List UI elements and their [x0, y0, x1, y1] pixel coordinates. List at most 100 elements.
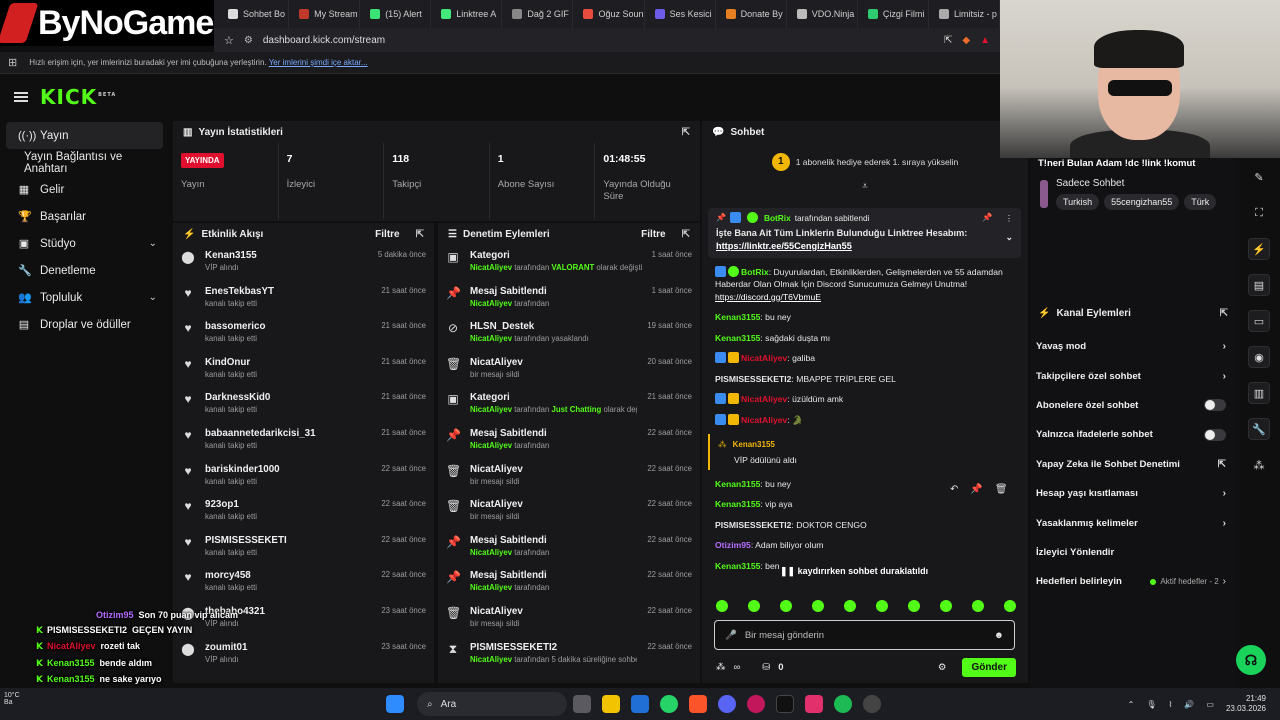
- pin-message-icon[interactable]: 📌: [970, 484, 982, 502]
- scroll-down-icon[interactable]: ⩡: [702, 181, 1028, 192]
- more-options-icon[interactable]: ⋮: [1005, 213, 1013, 223]
- audit-row[interactable]: 📌 Mesaj Sabitlendi NicatAliyev tarafından 2…: [438, 565, 700, 601]
- channel-action[interactable]: Yasaklanmış kelimeler ›: [1030, 508, 1236, 537]
- instagram-icon[interactable]: [804, 695, 823, 713]
- emote-icon[interactable]: [972, 600, 984, 612]
- audit-row[interactable]: 🗑 NicatAliyev bir mesajı sildi 22 saat önce: [438, 601, 700, 637]
- chat-message[interactable]: BotRix: Duyurulardan, Etkinliklerden, Ge…: [708, 264, 1021, 305]
- chat-username[interactable]: Kenan3155: [715, 499, 760, 509]
- category-name[interactable]: Sadece Sohbet: [1056, 178, 1226, 189]
- chat-message[interactable]: PISMISESSEKETI2: MBAPPE TRİPLERE GEL: [708, 371, 1021, 387]
- sidebar-item[interactable]: 🏆 Başarılar: [6, 203, 163, 230]
- feed-row[interactable]: ♥ 923op1 kanalı takip etti 22 saat önce: [173, 494, 434, 530]
- feed-row[interactable]: ⬤ Kenan3155 VİP alındı 5 dakika önce: [173, 245, 434, 281]
- browser-tab[interactable]: (15) Alert: [360, 0, 432, 28]
- emote-icon[interactable]: [812, 600, 824, 612]
- tray-chevron-icon[interactable]: ⌃: [1128, 700, 1135, 709]
- audit-action[interactable]: NicatAliyev: [470, 499, 637, 510]
- audit-action[interactable]: NicatAliyev: [470, 357, 637, 368]
- feed-row[interactable]: ♥ EnesTekbasYT kanalı takip etti 21 saat ön…: [173, 281, 434, 317]
- file-explorer-icon[interactable]: [601, 695, 620, 713]
- browser-tab[interactable]: Sohbet Bo: [218, 0, 290, 28]
- delete-icon[interactable]: 🗑: [995, 484, 1008, 502]
- moderator-name[interactable]: NicatAliyev: [470, 299, 512, 308]
- audit-row[interactable]: 🗑 NicatAliyev bir mesajı sildi 22 saat önce: [438, 494, 700, 530]
- chat-message[interactable]: Kenan3155: sağdaki duşta mı: [708, 330, 1021, 346]
- chat-paused-notice[interactable]: ❚❚ kaydırırken sohbet duraklatıldı: [780, 566, 960, 584]
- feed-row[interactable]: ♥ babaannetedarikcisi_31 kanalı takip etti…: [173, 423, 434, 459]
- channel-action[interactable]: Hedefleri belirleyin Aktif hedefler - 2 ›: [1030, 567, 1236, 596]
- microphone-icon[interactable]: 🎤: [725, 630, 737, 641]
- toggle-switch[interactable]: [1204, 399, 1226, 412]
- chat-username[interactable]: NicatAliyev: [741, 415, 787, 425]
- address-bar[interactable]: ☆ ⚙ dashboard.kick.com/stream ⇱ ◆ ▲: [214, 28, 1000, 52]
- sidebar-item[interactable]: 👥 Topluluk ⌄: [6, 284, 163, 311]
- feed-user[interactable]: bariskinder1000: [205, 464, 371, 475]
- browser-tab[interactable]: Linktree A: [431, 0, 503, 28]
- browser-tab[interactable]: Ses Kesici: [645, 0, 716, 28]
- feed-row[interactable]: ♥ KindOnur kanalı takip etti 21 saat önce: [173, 352, 434, 388]
- weather-widget[interactable]: 10°C Ba: [0, 690, 36, 718]
- task-view-icon[interactable]: [572, 695, 591, 713]
- tag-chip[interactable]: Turkish: [1056, 194, 1100, 210]
- audit-row[interactable]: 🗑 NicatAliyev bir mesajı sildi 22 saat önce: [438, 459, 700, 495]
- spotify-icon[interactable]: [833, 695, 852, 713]
- wifi-icon[interactable]: ⌇: [1169, 700, 1173, 709]
- sidebar-item[interactable]: ▣ Stüdyo ⌄: [6, 230, 163, 257]
- channel-points-icon[interactable]: ⛁: [762, 662, 770, 673]
- bookmark-icon[interactable]: ☆: [224, 34, 234, 47]
- moderator-name[interactable]: NicatAliyev: [470, 583, 512, 592]
- browser-tab[interactable]: Çizgi Filmi: [858, 0, 929, 28]
- url-text[interactable]: dashboard.kick.com/stream: [263, 35, 385, 46]
- volume-icon[interactable]: 🔊: [1184, 700, 1194, 709]
- clock[interactable]: 21:49 23.03.2026: [1226, 694, 1266, 715]
- chat-username[interactable]: PISMISESSEKETI2: [715, 520, 791, 530]
- browser-tab[interactable]: VDO.Ninja: [787, 0, 858, 28]
- notes-icon[interactable]: ▤: [1248, 274, 1270, 296]
- infinity-icon[interactable]: ∞: [734, 662, 741, 673]
- feed-row[interactable]: ♥ PISMISESSEKETI kanalı takip etti 22 saat …: [173, 530, 434, 566]
- chat-message[interactable]: Kenan3155: bu ney: [708, 309, 1021, 325]
- feed-filter-button[interactable]: Filtre: [375, 229, 399, 240]
- chat-message[interactable]: NicatAliyev: üzüldüm amk: [708, 391, 1021, 407]
- chat-username[interactable]: NicatAliyev: [741, 353, 787, 363]
- audit-row[interactable]: ⧗ PISMISESSEKETI2 NicatAliyev tarafından 5…: [438, 637, 700, 673]
- sidebar-item[interactable]: 🔧 Denetleme: [6, 257, 163, 284]
- audit-filter-button[interactable]: Filtre: [641, 229, 665, 240]
- chat-input[interactable]: 🎤 Bir mesaj gönderin ☻: [714, 620, 1015, 650]
- emote-icon[interactable]: [716, 600, 728, 612]
- audit-row[interactable]: 📌 Mesaj Sabitlendi NicatAliyev tarafından 1…: [438, 281, 700, 317]
- import-bookmarks-link[interactable]: Yer imlerini şimdi içe aktar...: [269, 58, 368, 67]
- brave-rewards-icon[interactable]: ▲: [980, 35, 990, 46]
- sidebar-item[interactable]: ▤ Droplar ve ödüller: [6, 311, 163, 338]
- moderation-tool-icon[interactable]: 🔧: [1248, 418, 1270, 440]
- site-settings-icon[interactable]: ⚙: [244, 35, 253, 46]
- chat-username[interactable]: PISMISESSEKETI2: [715, 374, 791, 384]
- mod-tools-icon[interactable]: ⁂: [716, 662, 726, 673]
- chat-tool-icon[interactable]: ▭: [1248, 310, 1270, 332]
- chat-input-placeholder[interactable]: Bir mesaj gönderin: [745, 630, 824, 641]
- emote-icon[interactable]: [908, 600, 920, 612]
- feed-row[interactable]: ♥ bariskinder1000 kanalı takip etti 22 saat…: [173, 459, 434, 495]
- feed-user[interactable]: bassomerico: [205, 321, 371, 332]
- chat-username[interactable]: Kenan3155: [715, 333, 760, 343]
- audit-row[interactable]: 📌 Mesaj Sabitlendi NicatAliyev tarafından 2…: [438, 530, 700, 566]
- sidebar-item[interactable]: ((·)) Yayın: [6, 122, 163, 149]
- emote-icon[interactable]: [844, 600, 856, 612]
- start-icon[interactable]: [385, 695, 404, 713]
- pinned-link[interactable]: https://linktr.ee/55CengizHan55: [716, 241, 852, 251]
- taskbar-search[interactable]: ⌕ Ara: [417, 692, 567, 716]
- feed-user[interactable]: PISMISESSEKETI: [205, 535, 371, 546]
- fullscreen-icon[interactable]: ⛶: [1248, 202, 1270, 224]
- chat-link[interactable]: https://discord.gg/T6VbmuE: [715, 292, 821, 302]
- edit-icon[interactable]: ✎: [1248, 166, 1270, 188]
- chat-username[interactable]: Kenan3155: [733, 439, 775, 451]
- chat-message[interactable]: NicatAliyev: galiba: [708, 350, 1021, 366]
- send-button[interactable]: Gönder: [962, 657, 1016, 677]
- layout-tool-icon[interactable]: ▥: [1248, 382, 1270, 404]
- discord-icon[interactable]: [717, 695, 736, 713]
- tag-chip[interactable]: 55cengizhan55: [1104, 194, 1180, 210]
- channel-action[interactable]: Yavaş mod ›: [1030, 332, 1236, 361]
- audit-action[interactable]: Mesaj Sabitlendi: [470, 286, 642, 297]
- browser-tab[interactable]: My Stream: [289, 0, 361, 28]
